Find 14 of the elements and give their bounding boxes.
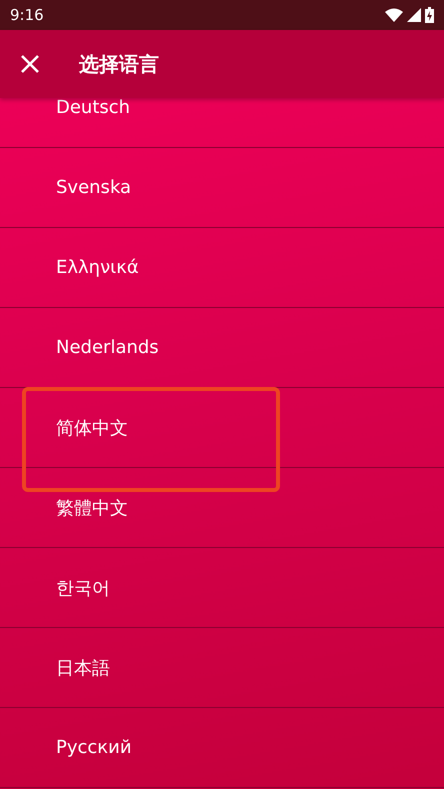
language-option[interactable]: Nederlands xyxy=(56,337,159,358)
language-option[interactable]: 한국어 xyxy=(56,576,110,600)
language-option[interactable]: 繁體中文 xyxy=(56,496,128,520)
language-option[interactable]: 日本語 xyxy=(56,656,110,680)
language-option[interactable]: Svenska xyxy=(56,177,132,198)
language-option[interactable]: Deutsch xyxy=(56,98,130,118)
language-option[interactable]: Русский xyxy=(56,737,132,758)
screen-title: 选择语言 xyxy=(79,50,159,78)
wifi-icon xyxy=(385,8,403,22)
language-option[interactable]: 简体中文 xyxy=(56,416,128,440)
signal-icon xyxy=(407,8,421,22)
language-option[interactable]: Ελληνικά xyxy=(56,257,139,278)
status-time: 9:16 xyxy=(10,6,44,24)
battery-icon xyxy=(425,7,434,23)
